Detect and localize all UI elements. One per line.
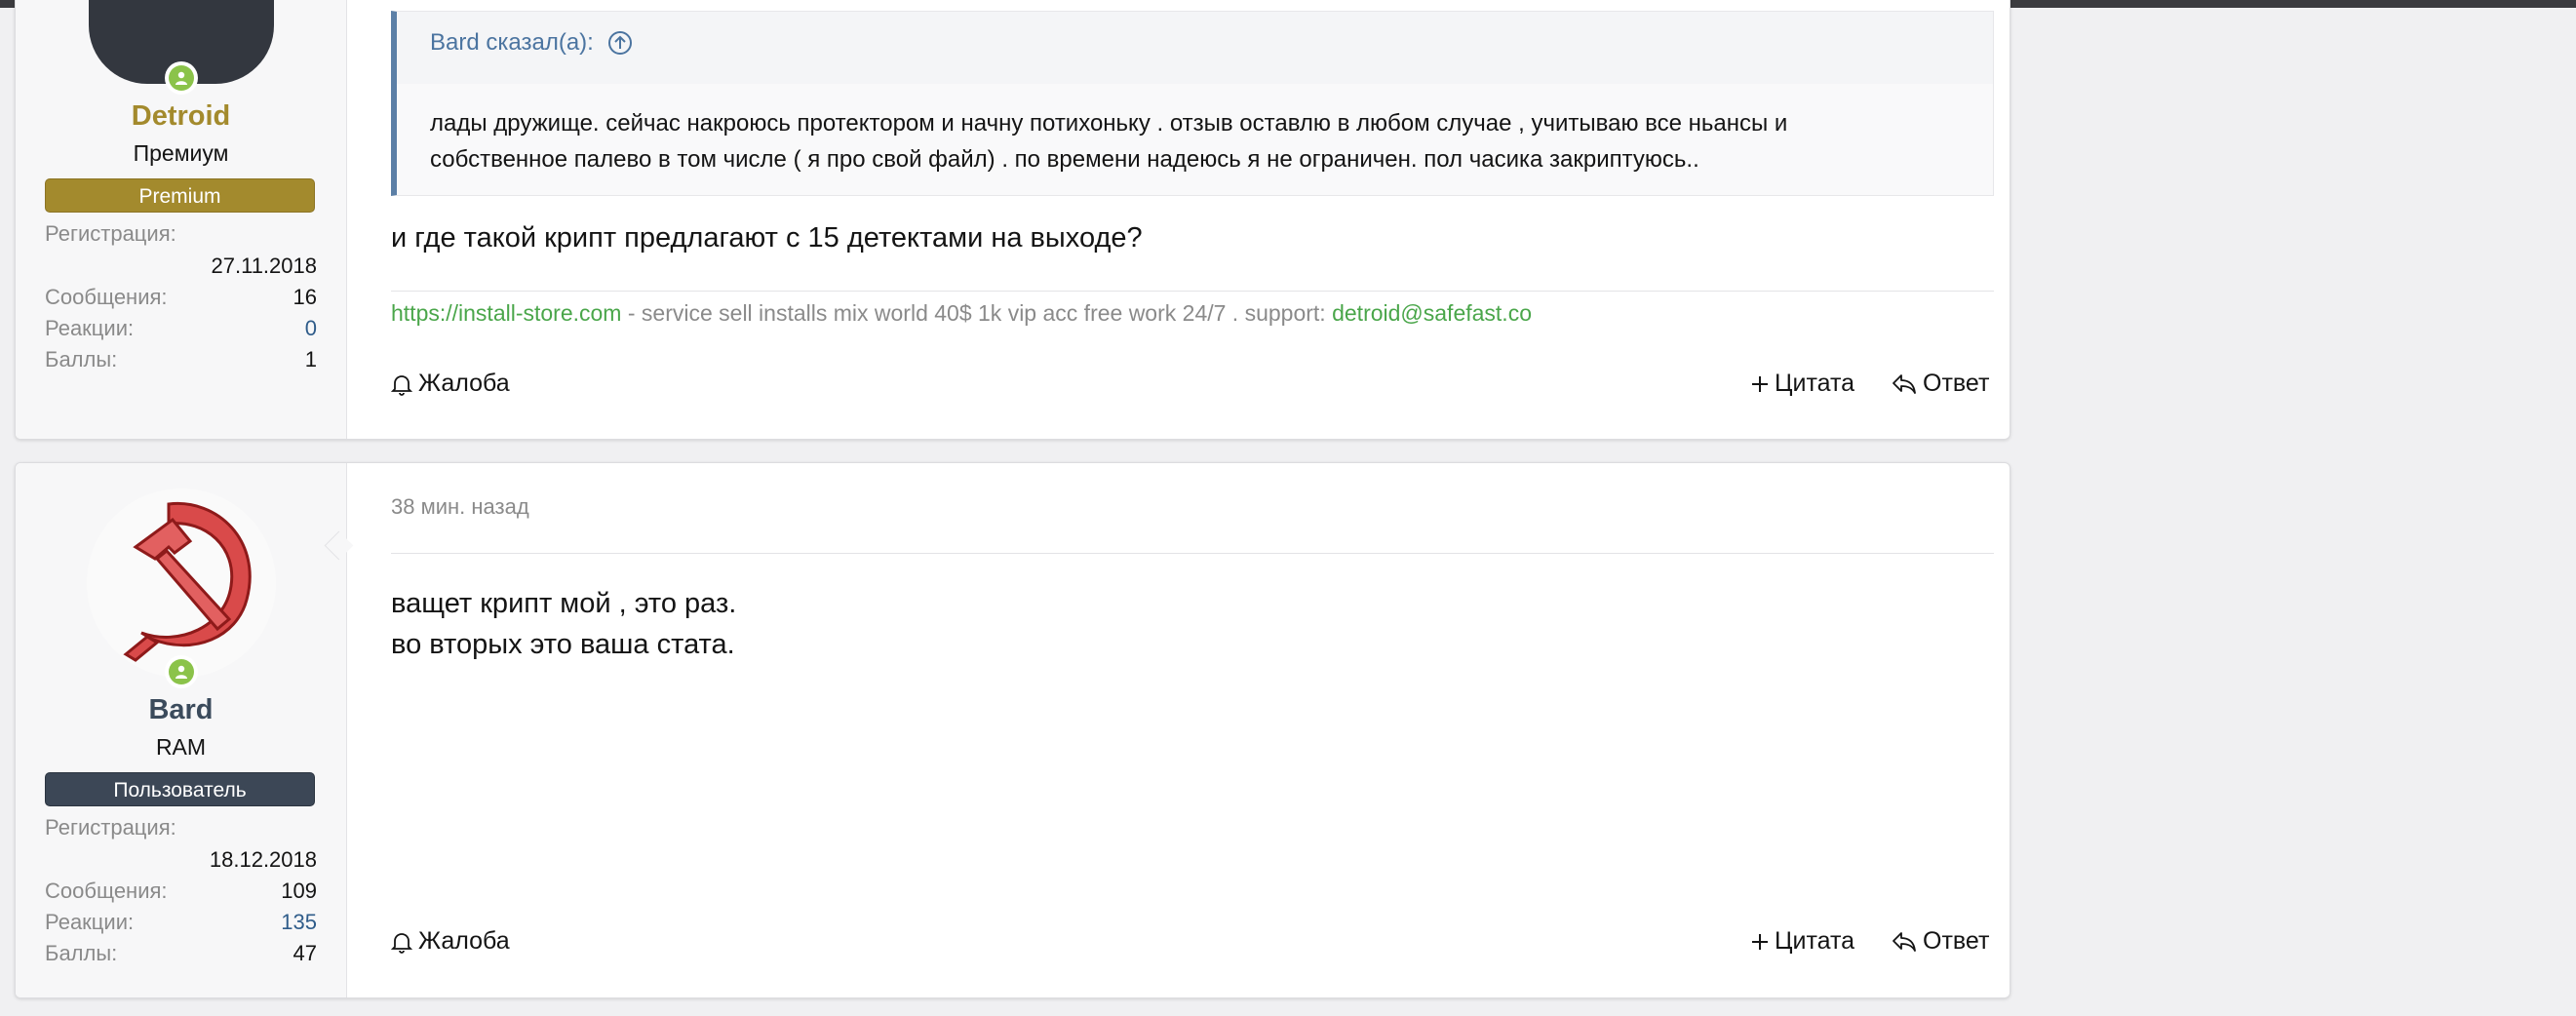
signature-email[interactable]: detroid@safefast.co [1332,300,1532,326]
user-sidebar: Detroid Премиум Premium Регистрация: 27.… [16,0,347,439]
reactions-value[interactable]: 0 [305,316,317,341]
quote-label[interactable]: Цитата [1775,927,1854,956]
quote-button[interactable]: Цитата [1751,927,1854,956]
quote-line-2: собственное палево в том числе ( я про с… [430,146,1699,173]
plus-icon [1752,375,1768,392]
message-line-1: ващет крипт мой , это раз. [391,588,737,619]
reply-label[interactable]: Ответ [1923,927,1989,956]
registration-value: 18.12.2018 [209,847,317,872]
bell-icon [391,932,412,954]
post-bard: Bard RAM Пользователь Регистрация: 18.12… [15,462,2010,998]
registration-value: 27.11.2018 [211,254,317,278]
points-value[interactable]: 1 [305,347,317,372]
signature: https://install-store.com - service sell… [391,300,1532,327]
quote-label[interactable]: Цитата [1775,370,1854,398]
username[interactable]: Detroid [16,100,346,133]
report-button[interactable]: Жалоба [391,370,510,398]
post-date[interactable]: 38 мин. назад [391,494,529,520]
post-detroid: Detroid Премиум Premium Регистрация: 27.… [15,0,2010,440]
quote-author-link[interactable]: Bard сказал(а): [430,29,633,57]
report-label[interactable]: Жалоба [418,370,510,398]
signature-link[interactable]: https://install-store.com [391,300,621,326]
user-title: RAM [155,734,207,760]
header-divider [391,553,1994,554]
online-status-icon [165,61,198,95]
quote-author[interactable]: Bard сказал(а): [430,29,594,57]
points-label: Баллы: [45,941,118,965]
registration-label: Регистрация: [45,815,176,840]
messages-value[interactable]: 16 [293,285,317,310]
messages-value[interactable]: 109 [281,879,317,904]
user-sidebar: Bard RAM Пользователь Регистрация: 18.12… [16,463,347,997]
user-banner: Premium [45,178,315,213]
points-label: Баллы: [45,347,118,371]
quote-line-1: лады дружище. сейчас накроюсь протекторо… [430,110,1788,137]
signature-text: - service sell installs mix world 40$ 1k… [621,300,1333,326]
messages-label: Сообщения: [45,285,168,309]
quote-text: лады дружище. сейчас накроюсь протекторо… [430,105,1954,177]
signature-divider [391,291,1994,292]
reactions-label: Реакции: [45,316,135,340]
messages-label: Сообщения: [45,879,168,903]
quote-header: Bard сказал(а): [397,12,1993,84]
go-to-quote-icon[interactable] [607,30,633,56]
reply-label[interactable]: Ответ [1923,370,1989,398]
reply-button[interactable]: Ответ [1892,370,1989,398]
hammer-sickle-icon [123,501,252,662]
reactions-label: Реакции: [45,910,135,934]
reply-icon [1893,931,1916,952]
quote-block: Bard сказал(а): лады дружище. сейчас нак… [391,11,1994,196]
message-line-2: во вторых это ваша стата. [391,629,735,660]
reply-icon [1893,373,1916,394]
reply-button[interactable]: Ответ [1892,927,1989,956]
registration-label: Регистрация: [45,221,176,246]
points-value[interactable]: 47 [293,941,317,966]
username[interactable]: Bard [16,694,346,726]
avatar[interactable] [87,488,276,678]
reactions-value[interactable]: 135 [281,910,317,935]
report-button[interactable]: Жалоба [391,927,510,956]
message-text: и где такой крипт предлагают с 15 детект… [391,222,1143,254]
plus-icon [1752,933,1768,950]
bell-icon [391,374,412,396]
quote-button[interactable]: Цитата [1751,370,1854,398]
report-label[interactable]: Жалоба [418,927,510,956]
online-status-icon [165,655,198,688]
user-title: Премиум [133,140,229,166]
user-banner: Пользователь [45,772,315,806]
message-text: ващет крипт мой , это раз. во вторых это… [391,583,736,665]
